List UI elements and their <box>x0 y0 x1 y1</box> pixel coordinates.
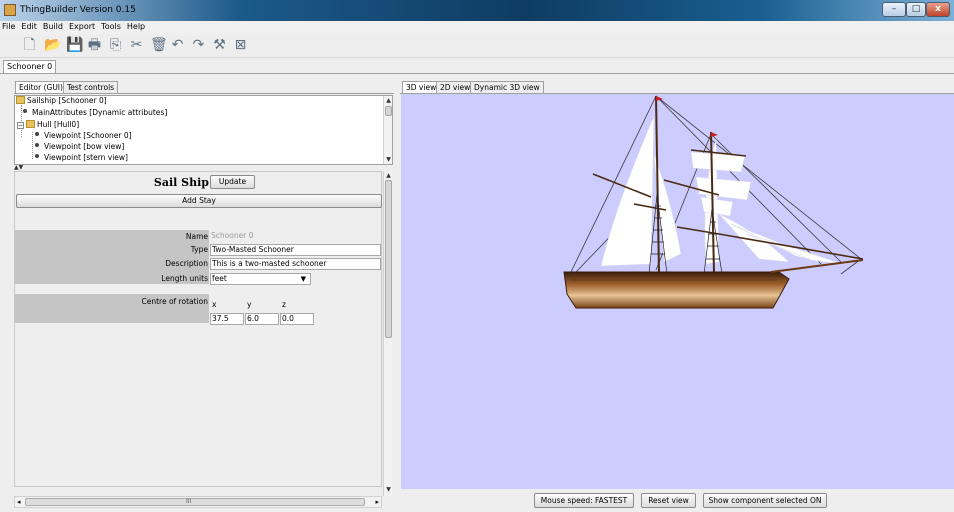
leaf-bullet-icon <box>35 143 39 147</box>
scroll-down-icon[interactable]: ▼ <box>384 485 393 494</box>
minimize-button[interactable]: – <box>882 2 906 17</box>
hull <box>563 271 790 309</box>
menu-export[interactable]: Export <box>66 21 98 31</box>
tab-schooner-0[interactable]: Schooner 0 <box>3 60 57 73</box>
description-label: Description <box>165 259 208 268</box>
menu-edit[interactable]: Edit <box>18 21 40 31</box>
name-label: Name <box>185 232 208 241</box>
collapse-icon[interactable]: − <box>17 122 24 129</box>
z-label: z <box>282 300 286 309</box>
folder-icon <box>26 120 35 128</box>
mouse-speed-button[interactable]: Mouse speed: FASTEST <box>534 493 634 508</box>
scroll-down-icon[interactable]: ▼ <box>384 155 392 164</box>
menu-tools[interactable]: Tools <box>98 21 124 31</box>
add-stay-button[interactable]: Add Stay <box>16 194 382 208</box>
tab-3d-view[interactable]: 3D view <box>402 81 441 93</box>
type-label: Type <box>190 245 208 254</box>
scroll-thumb[interactable] <box>385 106 392 116</box>
tree-scrollbar[interactable]: ▲ ▼ <box>383 96 392 164</box>
tree-item[interactable]: Viewpoint [Schooner 0] <box>35 131 132 141</box>
leaf-bullet-icon <box>35 132 39 136</box>
tree-item[interactable]: − Hull [Hull0] <box>17 120 79 130</box>
x-label: x <box>212 300 217 309</box>
length-units-select[interactable]: feet ▼ <box>210 273 311 285</box>
maximize-button[interactable]: □ <box>906 2 926 17</box>
centre-y-field[interactable]: 6.0 <box>245 313 279 325</box>
leaf-bullet-icon <box>23 109 27 113</box>
scroll-thumb[interactable] <box>385 180 392 338</box>
property-form: Sail Ship Update Add Stay Name Schooner … <box>14 171 382 487</box>
toolbar: 🗋 📂 💾 🖶 ⎘ ✂ 🗑 ↶ ↷ ⚒ ⊠ <box>0 34 954 58</box>
description-field[interactable]: This is a two-masted schooner <box>210 258 381 270</box>
tree-line <box>32 132 33 159</box>
open-icon[interactable]: 📂 <box>44 37 61 53</box>
save-icon[interactable]: 💾 <box>66 37 83 53</box>
update-button[interactable]: Update <box>210 175 255 189</box>
build-icon[interactable]: ⚒ <box>212 37 227 53</box>
folder-icon <box>16 96 25 104</box>
type-field[interactable]: Two-Masted Schooner <box>210 244 381 256</box>
scroll-left-icon[interactable]: ◂ <box>17 498 21 506</box>
view-status-bar: Mouse speed: FASTEST Reset view Show com… <box>401 489 954 512</box>
undo-icon[interactable]: ↶ <box>170 37 185 53</box>
scroll-thumb[interactable]: III <box>25 498 365 506</box>
tree-item[interactable]: Sailship [Schooner 0] <box>16 96 107 106</box>
menu-file[interactable]: File <box>0 21 18 31</box>
scroll-up-icon[interactable]: ▲ <box>384 96 392 105</box>
delete-icon[interactable]: 🗑 <box>150 37 168 53</box>
copy-icon[interactable]: ⎘ <box>108 37 123 53</box>
cut-icon[interactable]: ✂ <box>129 37 144 53</box>
show-component-button[interactable]: Show component selected ON <box>703 493 827 508</box>
centre-z-field[interactable]: 0.0 <box>280 313 314 325</box>
length-units-label: Length units <box>161 274 208 283</box>
form-scrollbar[interactable]: ▲ ▼ <box>383 171 392 496</box>
window-title: ThingBuilder Version 0.15 <box>20 5 136 15</box>
y-label: y <box>247 300 252 309</box>
new-icon[interactable]: 🗋 <box>22 37 37 53</box>
name-field[interactable]: Schooner 0 <box>210 231 380 243</box>
menu-build[interactable]: Build <box>40 21 66 31</box>
form-hscrollbar[interactable]: ◂ III ▸ <box>14 496 382 508</box>
close-button[interactable]: x <box>926 2 950 17</box>
reset-view-button[interactable]: Reset view <box>641 493 696 508</box>
dropdown-arrow-icon[interactable]: ▼ <box>301 274 306 284</box>
form-title: Sail Ship <box>153 176 209 189</box>
menu-bar: File Edit Build Export Tools Help <box>0 21 954 34</box>
component-tree: Sailship [Schooner 0] MainAttributes [Dy… <box>14 95 393 165</box>
tab-2d-view[interactable]: 2D view <box>436 81 475 93</box>
centre-label: Centre of rotation <box>141 297 209 306</box>
schooner-model <box>563 95 864 309</box>
title-bar: ThingBuilder Version 0.15 – □ x <box>0 0 954 21</box>
pennants <box>656 96 718 137</box>
redo-icon[interactable]: ↷ <box>191 37 206 53</box>
tree-item[interactable]: Viewpoint [bow view] <box>35 142 124 152</box>
centre-x-field[interactable]: 37.5 <box>210 313 244 325</box>
tab-editor-gui[interactable]: Editor (GUI) <box>15 81 67 93</box>
print-icon[interactable]: 🖶 <box>87 37 102 53</box>
app-icon <box>4 4 16 16</box>
scroll-up-icon[interactable]: ▲ <box>384 171 393 180</box>
tab-dynamic-3d-view[interactable]: Dynamic 3D view <box>470 81 544 93</box>
tree-item[interactable]: Viewpoint [stern view] <box>35 153 128 163</box>
tab-test-controls[interactable]: Test controls <box>63 81 119 93</box>
3d-viewport[interactable] <box>401 94 954 489</box>
close-view-icon[interactable]: ⊠ <box>233 37 248 53</box>
scroll-right-icon[interactable]: ▸ <box>375 498 379 506</box>
menu-help[interactable]: Help <box>124 21 148 31</box>
tree-item[interactable]: MainAttributes [Dynamic attributes] <box>23 108 167 118</box>
leaf-bullet-icon <box>35 154 39 158</box>
